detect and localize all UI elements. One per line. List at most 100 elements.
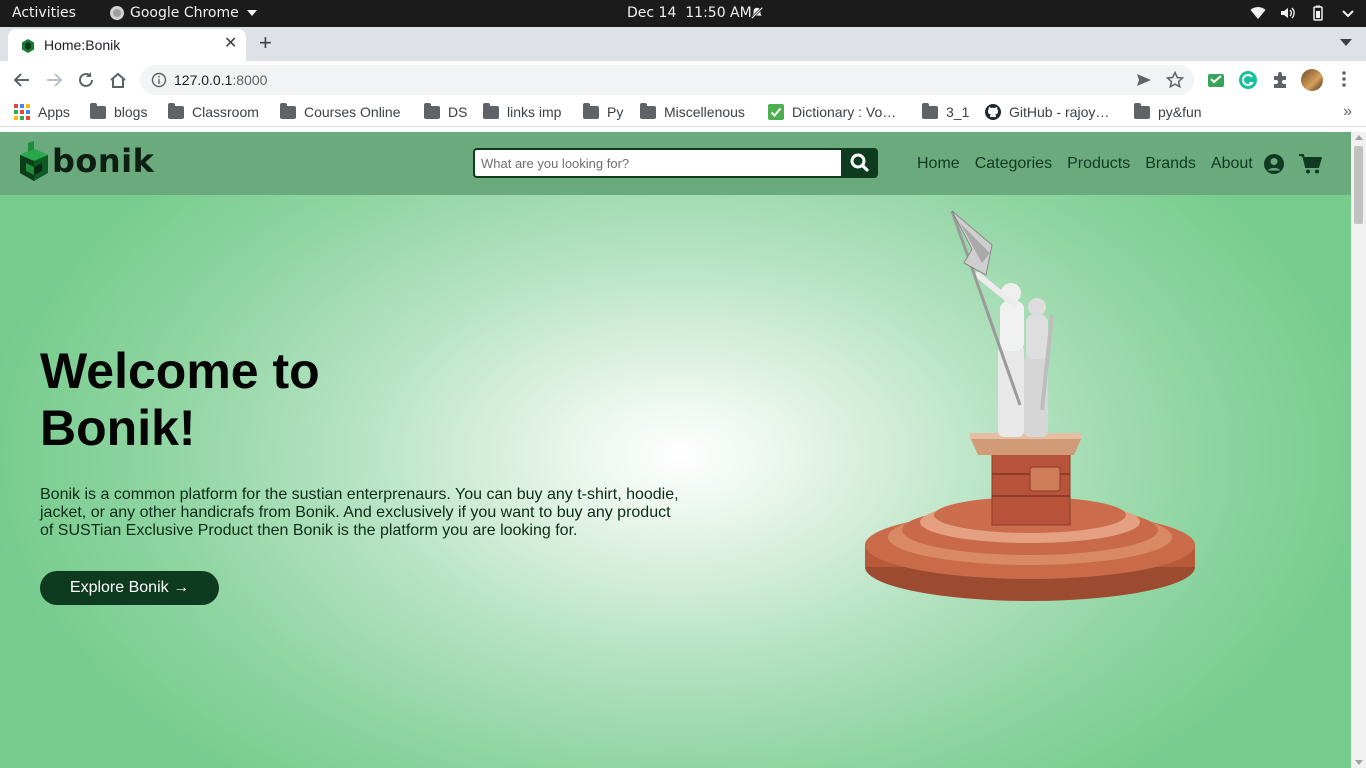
scroll-down-arrow-icon[interactable] <box>1355 760 1363 765</box>
nav-home[interactable]: Home <box>917 155 960 173</box>
bookmark-label: Py <box>607 104 624 120</box>
bookmark-label: blogs <box>114 104 148 120</box>
tab-strip: Home:Bonik ✕ + <box>0 27 1366 61</box>
bookmark-github[interactable]: GitHub - rajoy… <box>985 104 1109 120</box>
address-bar[interactable]: 127.0.0.1:8000 <box>140 65 1194 95</box>
bookmark-star-icon[interactable] <box>1166 71 1184 89</box>
bookmark-folder-ds[interactable]: DS <box>424 102 468 120</box>
grammarly-icon[interactable] <box>1238 70 1258 90</box>
shopping-cart-icon[interactable] <box>1298 153 1323 175</box>
url-port: :8000 <box>232 72 268 88</box>
clock-time: 11:50 AM <box>685 5 752 21</box>
page-viewport: bonik Home Categories Products Brands Ab… <box>0 132 1351 768</box>
extensions-puzzle-icon[interactable] <box>1270 70 1290 90</box>
folder-icon <box>280 102 296 119</box>
bookmark-folder-courses-online[interactable]: Courses Online <box>280 102 401 120</box>
bookmark-label: Courses Online <box>304 104 401 120</box>
site-navbar: bonik Home Categories Products Brands Ab… <box>0 132 1351 195</box>
bookmarks-bar: Apps blogs Classroom Courses Online DS l… <box>0 99 1366 127</box>
activities-button[interactable]: Activities <box>12 5 76 21</box>
bookmark-dictionary[interactable]: Dictionary : Vo… <box>768 104 896 120</box>
bookmark-folder-3-1[interactable]: 3_1 <box>922 102 970 120</box>
folder-icon <box>922 102 938 119</box>
tab-home-bonik[interactable]: Home:Bonik ✕ <box>8 29 246 61</box>
folder-icon <box>168 102 184 119</box>
bookmark-folder-py-fun[interactable]: py&fun <box>1134 102 1202 120</box>
hero-description: Bonik is a common platform for the susti… <box>40 486 679 539</box>
page-scrollbar[interactable] <box>1351 132 1366 768</box>
caret-down-icon <box>246 10 257 16</box>
power-menu-icon <box>1342 10 1354 18</box>
folder-icon <box>424 102 440 119</box>
tab-search-icon[interactable] <box>1340 39 1352 46</box>
bookmarks-overflow-button[interactable]: » <box>1343 103 1352 121</box>
bookmark-label: Miscellenous <box>664 104 745 120</box>
folder-icon <box>90 102 106 119</box>
system-tray[interactable] <box>1250 5 1356 21</box>
bookmark-label: Dictionary : Vo… <box>792 104 897 120</box>
browser-toolbar: 127.0.0.1:8000 <box>0 61 1366 99</box>
explore-bonik-button[interactable]: Explore Bonik → <box>40 571 219 605</box>
github-icon <box>985 104 1001 120</box>
bonik-logo[interactable]: bonik <box>18 141 154 181</box>
tab-title: Home:Bonik <box>44 37 121 53</box>
bookmark-label: links imp <box>507 104 562 120</box>
bonik-logo-mark-icon <box>20 141 48 181</box>
nav-products[interactable]: Products <box>1067 155 1130 173</box>
battery-icon <box>1313 5 1323 21</box>
search-bar <box>473 148 878 178</box>
clock[interactable]: Dec 14 11:50 AM <box>627 5 752 21</box>
nav-brands[interactable]: Brands <box>1145 155 1196 173</box>
profile-avatar[interactable] <box>1301 69 1323 91</box>
folder-icon <box>640 102 656 119</box>
brand-name: bonik <box>52 142 155 180</box>
bonik-favicon-icon <box>22 39 34 53</box>
folder-icon <box>583 102 599 119</box>
checkmark-icon <box>768 104 784 120</box>
search-input[interactable] <box>475 150 841 176</box>
chrome-app-icon <box>110 6 124 20</box>
reload-icon[interactable] <box>76 70 96 90</box>
bookmark-label: GitHub - rajoy… <box>1009 104 1110 120</box>
site-info-icon[interactable] <box>151 72 167 88</box>
send-to-devices-icon[interactable] <box>1136 72 1152 88</box>
new-tab-button[interactable]: + <box>259 30 272 56</box>
bookmark-label: 3_1 <box>946 104 970 120</box>
close-tab-icon[interactable]: ✕ <box>224 36 237 52</box>
app-menu[interactable]: Google Chrome <box>110 5 257 21</box>
volume-icon <box>1281 7 1295 19</box>
user-account-icon[interactable] <box>1263 153 1285 175</box>
bookmark-folder-miscellenous[interactable]: Miscellenous <box>640 102 745 120</box>
monument-statue-image <box>865 210 1195 601</box>
bookmark-folder-links-imp[interactable]: links imp <box>483 102 562 120</box>
bookmark-label: DS <box>448 104 468 120</box>
search-icon[interactable] <box>843 150 876 176</box>
chrome-menu-icon[interactable] <box>1342 70 1346 88</box>
hero-title-line-2: Bonik! <box>40 400 196 456</box>
bookmark-folder-classroom[interactable]: Classroom <box>168 102 259 120</box>
hero-title: Welcome to Bonik! <box>40 343 460 457</box>
url-text[interactable]: 127.0.0.1:8000 <box>174 72 267 88</box>
system-top-bar: Activities Google Chrome Dec 14 11:50 AM <box>0 0 1366 27</box>
forward-icon[interactable] <box>44 70 64 90</box>
scrollbar-thumb[interactable] <box>1354 146 1363 224</box>
nav-categories[interactable]: Categories <box>975 155 1052 173</box>
folder-icon <box>1134 102 1150 119</box>
url-host: 127.0.0.1 <box>174 72 233 88</box>
hero-section: Welcome to Bonik! Bonik is a common plat… <box>0 195 1351 768</box>
notifications-off-icon <box>750 6 764 20</box>
bookmark-apps[interactable]: Apps <box>14 104 70 120</box>
back-icon[interactable] <box>12 70 32 90</box>
app-menu-label: Google Chrome <box>130 5 239 21</box>
inbox-extension-icon[interactable] <box>1206 70 1226 90</box>
bookmark-label: Classroom <box>192 104 259 120</box>
bookmark-folder-blogs[interactable]: blogs <box>90 102 148 120</box>
scroll-up-arrow-icon[interactable] <box>1355 135 1363 140</box>
site-nav-links: Home Categories Products Brands About <box>917 155 1268 173</box>
home-icon[interactable] <box>108 70 128 90</box>
bookmark-label: py&fun <box>1158 104 1202 120</box>
folder-icon <box>483 102 499 119</box>
clock-date: Dec 14 <box>627 5 677 21</box>
nav-about[interactable]: About <box>1211 155 1253 173</box>
bookmark-folder-py[interactable]: Py <box>583 102 624 120</box>
